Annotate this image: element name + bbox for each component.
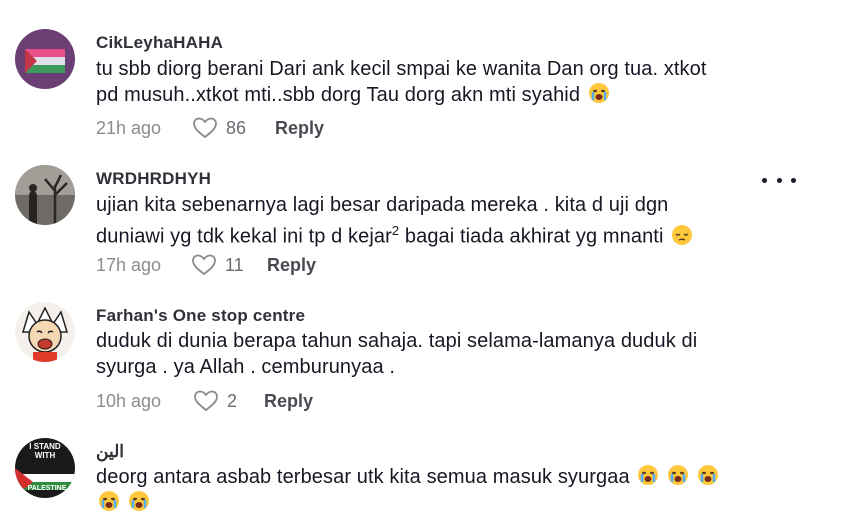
crying-face-icon <box>668 465 689 485</box>
avatar-text: WITH <box>35 451 56 460</box>
comment-timestamp: 10h ago <box>96 391 162 411</box>
comment-username[interactable]: CikLeyhaHAHA <box>96 33 223 53</box>
reply-button[interactable]: Reply <box>264 391 313 412</box>
comment-text-line: ujian kita sebenarnya lagi besar daripad… <box>96 194 669 216</box>
comment-text: tu sbb diorg berani Dari ank kecil smpai… <box>96 56 736 108</box>
pensive-face-icon <box>672 224 693 245</box>
comment-text-line: deorg antara asbab terbesar utk kita sem… <box>96 464 736 490</box>
comment-timestamp: 17h ago <box>96 255 162 275</box>
comment-text-segment: pd musuh..xtkot mti..sbb dorg Tau dorg a… <box>96 84 581 106</box>
crying-face-icon <box>588 83 609 103</box>
crying-face-icon <box>638 465 659 485</box>
comment-text-line: pd musuh..xtkot mti..sbb dorg Tau dorg a… <box>96 82 736 108</box>
like-count: 86 <box>226 117 247 138</box>
reply-button[interactable]: Reply <box>275 118 324 139</box>
comment-text-line <box>96 490 736 516</box>
avatar[interactable]: I STAND WITH PALESTINE <box>15 438 75 498</box>
avatar[interactable] <box>15 302 75 362</box>
like-count: 2 <box>227 390 238 411</box>
heart-outline-icon[interactable] <box>193 389 219 413</box>
comment-text-segment: deorg antara asbab terbesar utk kita sem… <box>96 466 630 488</box>
more-options-button[interactable] <box>762 170 796 190</box>
comment-text: ujian kita sebenarnya lagi besar daripad… <box>96 192 736 250</box>
comment-text-line: duduk di dunia berapa tahun sahaja. tapi… <box>96 330 698 352</box>
comment-username[interactable]: WRDHRDHYH <box>96 169 211 189</box>
comment-username[interactable]: الين <box>96 442 124 462</box>
heart-outline-icon[interactable] <box>191 253 217 277</box>
comment-timestamp: 21h ago <box>96 118 162 138</box>
reply-button[interactable]: Reply <box>267 255 316 276</box>
comment-text: duduk di dunia berapa tahun sahaja. tapi… <box>96 328 736 380</box>
like-button[interactable]: 11 <box>191 253 244 277</box>
previous-comment-meta-cutoff <box>96 0 101 7</box>
comment-username[interactable]: Farhan's One stop centre <box>96 306 305 326</box>
comment-text-segment: duniawi yg tdk kekal ini tp d kejar <box>96 225 392 248</box>
crying-face-icon <box>128 491 149 511</box>
more-dot <box>776 177 782 183</box>
more-horizontal-icon[interactable] <box>762 177 767 183</box>
heart-outline-icon[interactable] <box>192 116 218 140</box>
like-button[interactable]: 2 <box>193 389 237 413</box>
avatar[interactable] <box>15 29 75 89</box>
comment-text-line: duniawi yg tdk kekal ini tp d kejar2 bag… <box>96 218 736 250</box>
avatar[interactable] <box>15 165 75 225</box>
avatar-text: I STAND <box>29 442 61 451</box>
like-count: 11 <box>225 254 244 275</box>
comment-text-segment: bagai tiada akhirat yg mnanti <box>399 225 664 248</box>
comment-text-line: syurga . ya Allah . cemburunyaa . <box>96 356 396 378</box>
like-button[interactable]: 86 <box>192 116 246 140</box>
crying-face-icon <box>697 465 718 485</box>
crying-face-icon <box>99 491 119 511</box>
comment-text: deorg antara asbab terbesar utk kita sem… <box>96 464 736 516</box>
comment-text-line: tu sbb diorg berani Dari ank kecil smpai… <box>96 58 707 80</box>
avatar-text: PALESTINE <box>28 485 67 492</box>
more-dot <box>791 177 796 183</box>
